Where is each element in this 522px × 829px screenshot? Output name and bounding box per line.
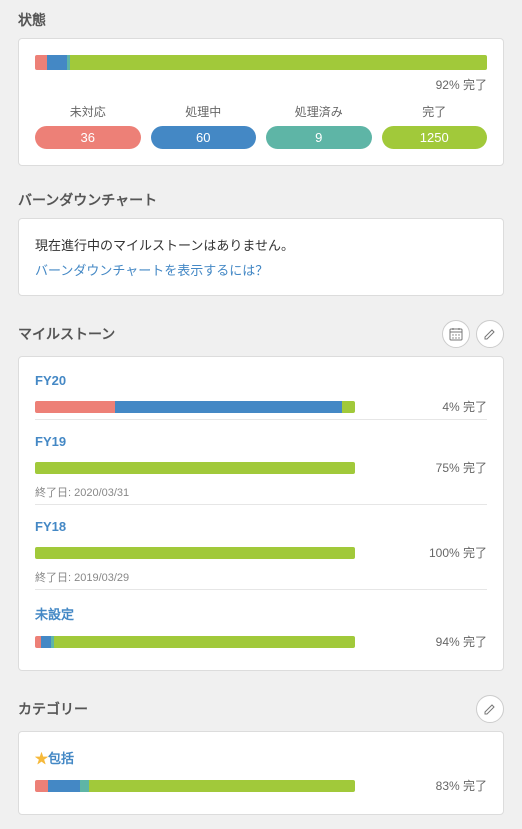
- status-pill[interactable]: 1250: [382, 126, 488, 149]
- item-progress-row: 83% 完了: [35, 777, 487, 794]
- status-columns: 未対応 36 処理中 60 処理済み 9 完了 1250: [35, 103, 487, 149]
- status-pill[interactable]: 36: [35, 126, 141, 149]
- status-card: 92% 完了 未対応 36 処理中 60 処理済み 9 完了 1250: [18, 38, 504, 166]
- status-column: 完了 1250: [382, 103, 488, 149]
- status-pill[interactable]: 60: [151, 126, 257, 149]
- categories-section: カテゴリー ★包括 83% 完了: [0, 685, 522, 815]
- item-name-link[interactable]: ★包括: [35, 748, 74, 767]
- status-bar-segment: [47, 55, 67, 70]
- status-column-label: 処理中: [151, 103, 257, 120]
- status-column: 処理済み 9: [266, 103, 372, 149]
- item-name-link[interactable]: 未設定: [35, 604, 74, 623]
- list-item: 未設定 94% 完了: [35, 589, 487, 654]
- item-progress-row: 94% 完了: [35, 633, 487, 650]
- edit-icon[interactable]: [476, 320, 504, 348]
- status-column: 処理中 60: [151, 103, 257, 149]
- status-percent-line: 92% 完了: [35, 76, 487, 93]
- item-percent: 94% 完了: [436, 633, 487, 650]
- bar-segment: [35, 462, 355, 474]
- list-item: ★包括 83% 完了: [35, 748, 487, 798]
- status-column-label: 未対応: [35, 103, 141, 120]
- item-progress-bar: [35, 462, 355, 474]
- edit-icon[interactable]: [476, 695, 504, 723]
- status-column-label: 完了: [382, 103, 488, 120]
- bar-segment: [342, 401, 355, 413]
- bar-segment: [89, 780, 355, 792]
- item-name-link[interactable]: FY18: [35, 519, 66, 534]
- status-progress-bar: [35, 55, 487, 70]
- star-icon: ★: [35, 751, 48, 766]
- status-column-label: 処理済み: [266, 103, 372, 120]
- categories-card: ★包括 83% 完了: [18, 731, 504, 815]
- item-percent: 75% 完了: [436, 459, 487, 476]
- milestones-card: FY20 4% 完了 FY19 75% 完了終了日: 2020/03/31 FY18 10…: [18, 356, 504, 671]
- item-progress-row: 75% 完了: [35, 459, 487, 476]
- item-end-date: 終了日: 2020/03/31: [35, 484, 487, 500]
- calendar-icon[interactable]: [442, 320, 470, 348]
- item-progress-row: 100% 完了: [35, 544, 487, 561]
- item-progress-bar: [35, 780, 355, 792]
- list-item: FY19 75% 完了終了日: 2020/03/31: [35, 419, 487, 504]
- status-pill[interactable]: 9: [266, 126, 372, 149]
- status-title: 状態: [18, 10, 46, 30]
- item-end-date: 終了日: 2019/03/29: [35, 569, 487, 585]
- item-progress-bar: [35, 401, 355, 413]
- burndown-card: 現在進行中のマイルストーンはありません。 バーンダウンチャートを表示するには？: [18, 218, 504, 296]
- status-section: 状態 92% 完了 未対応 36 処理中 60 処理済み 9 完了 1250: [0, 0, 522, 166]
- bar-segment: [35, 401, 115, 413]
- status-column: 未対応 36: [35, 103, 141, 149]
- status-bar-segment: [70, 55, 487, 70]
- bar-segment: [80, 780, 90, 792]
- list-item: FY20 4% 完了: [35, 373, 487, 419]
- item-name-link[interactable]: FY20: [35, 373, 66, 388]
- list-item: FY18 100% 完了終了日: 2019/03/29: [35, 504, 487, 589]
- item-percent: 4% 完了: [442, 398, 487, 415]
- bar-segment: [54, 636, 355, 648]
- burndown-section: バーンダウンチャート 現在進行中のマイルストーンはありません。 バーンダウンチャ…: [0, 180, 522, 296]
- item-name-link[interactable]: FY19: [35, 434, 66, 449]
- burndown-message: 現在進行中のマイルストーンはありません。: [35, 235, 487, 254]
- item-progress-row: 4% 完了: [35, 398, 487, 415]
- burndown-title: バーンダウンチャート: [18, 190, 157, 210]
- bar-segment: [35, 547, 355, 559]
- bar-segment: [35, 780, 48, 792]
- item-percent: 83% 完了: [436, 777, 487, 794]
- item-percent: 100% 完了: [429, 544, 487, 561]
- bar-segment: [48, 780, 80, 792]
- milestones-title: マイルストーン: [18, 324, 115, 344]
- item-progress-bar: [35, 636, 355, 648]
- item-progress-bar: [35, 547, 355, 559]
- milestones-section: マイルストーン FY20 4% 完了 FY19 75% 完了終了日: 2020/03/…: [0, 310, 522, 671]
- status-bar-segment: [35, 55, 47, 70]
- bar-segment: [115, 401, 342, 413]
- bar-segment: [41, 636, 51, 648]
- burndown-help-link[interactable]: バーンダウンチャートを表示するには？: [35, 263, 268, 278]
- categories-title: カテゴリー: [18, 699, 88, 719]
